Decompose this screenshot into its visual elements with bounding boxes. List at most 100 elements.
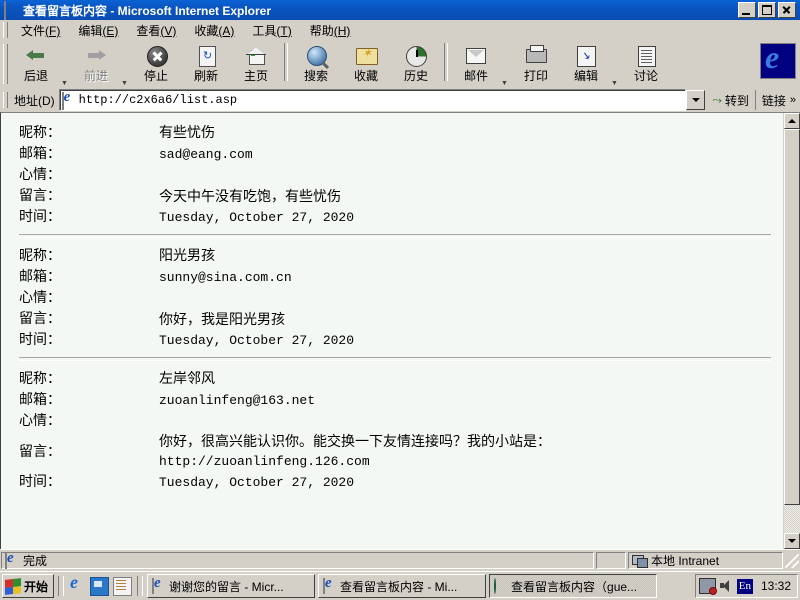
ie-browser-window: 查看留言板内容 - Microsoft Internet Explorer 文件… — [0, 0, 800, 600]
edit-dropdown-icon[interactable]: ▼ — [611, 80, 621, 87]
go-button[interactable]: ⤳ 转到 — [706, 92, 755, 109]
scroll-thumb[interactable] — [784, 129, 800, 505]
scroll-down-button[interactable] — [784, 533, 800, 549]
entry-separator — [19, 234, 771, 238]
network-status-icon[interactable] — [698, 578, 717, 595]
windows-taskbar: 开始 谢谢您的留言 - Micr... 查看留言板内容 - Mi... 查看留言… — [0, 571, 800, 600]
resize-grip[interactable] — [785, 553, 799, 568]
forward-dropdown-icon[interactable]: ▼ — [121, 80, 131, 87]
message-url-value: http://zuoanlinfeng.126.com — [159, 454, 370, 469]
taskbar-item[interactable]: 查看留言板内容 - Mi... — [318, 574, 487, 598]
stop-button[interactable]: 停止 — [131, 41, 181, 84]
taskbar-item[interactable]: 谢谢您的留言 - Micr... — [147, 574, 316, 598]
address-url-text: http://c2x6a6/list.asp — [78, 93, 238, 107]
mail-dropdown-icon[interactable]: ▼ — [501, 80, 511, 87]
menu-item-view[interactable]: 查看(V) — [127, 20, 185, 41]
volume-icon[interactable] — [719, 579, 734, 593]
status-ie-icon — [5, 552, 20, 569]
entry-email-row: 邮箱： zuoanlinfeng@163.net — [7, 390, 783, 411]
taskbar-item-label: 查看留言板内容（gue... — [511, 579, 638, 594]
address-bar: 地址(D) http://c2x6a6/list.asp ⤳ 转到 链接 » — [0, 87, 800, 112]
message-value: 今天中午没有吃饱，有些忧伤 — [159, 188, 341, 205]
email-value: sad@eang.com — [159, 147, 253, 162]
email-label: 邮箱： — [19, 392, 61, 408]
minimize-button[interactable] — [738, 2, 756, 18]
favorites-folder-icon — [354, 44, 378, 67]
forward-button[interactable]: 前进 — [71, 41, 121, 84]
frontpage-icon — [494, 578, 508, 594]
entry-message-row: 留言： 今天中午没有吃饱，有些忧伤 — [7, 186, 783, 207]
stop-icon — [144, 44, 168, 67]
status-message: 完成 — [23, 554, 48, 568]
menu-item-help[interactable]: 帮助(H) — [301, 20, 360, 41]
taskbar-item-active[interactable]: 查看留言板内容（gue... — [489, 574, 658, 598]
scroll-up-button[interactable] — [784, 113, 800, 129]
menu-bar: 文件(F) 编辑(E) 查看(V) 收藏(A) 工具(T) 帮助(H) — [0, 20, 800, 41]
home-icon — [244, 44, 268, 67]
nickname-value: 左岸邻风 — [159, 371, 215, 387]
go-arrow-icon: ⤳ — [712, 92, 722, 107]
system-tray: En 13:32 — [694, 574, 798, 598]
back-dropdown-icon[interactable]: ▼ — [61, 80, 71, 87]
history-button[interactable]: 历史 — [391, 41, 441, 84]
address-input[interactable]: http://c2x6a6/list.asp — [58, 89, 687, 111]
toolbar-separator-2 — [444, 43, 448, 81]
menu-gripper[interactable] — [3, 22, 8, 38]
language-indicator[interactable]: En — [736, 578, 753, 594]
quick-launch-ie-icon[interactable] — [69, 572, 86, 595]
go-label: 转到 — [724, 93, 749, 108]
edit-button[interactable]: 编辑 — [561, 41, 611, 84]
address-label: 地址(D) — [14, 93, 55, 108]
mail-button[interactable]: 邮件 — [451, 41, 501, 84]
menu-item-tools[interactable]: 工具(T) — [243, 20, 300, 41]
address-gripper[interactable] — [3, 92, 8, 108]
status-zone-label: 本地 Intranet — [651, 554, 720, 568]
refresh-button[interactable]: ↻ 刷新 — [181, 41, 231, 84]
search-button[interactable]: 搜索 — [291, 41, 341, 84]
menu-item-favorites[interactable]: 收藏(A) — [185, 20, 243, 41]
guestbook-entry: 昵称： 左岸邻风 邮箱： zuoanlinfeng@163.net 心情： 留言… — [7, 367, 783, 493]
back-button[interactable]: 后退 — [11, 41, 61, 84]
vertical-scrollbar[interactable] — [783, 113, 800, 549]
mood-label: 心情： — [19, 413, 61, 429]
message-label: 留言： — [19, 311, 61, 327]
time-value: Tuesday, October 27, 2020 — [159, 333, 355, 348]
chevron-right-icon: » — [789, 94, 796, 106]
entry-email-row: 邮箱： sunny@sina.com.cn — [7, 267, 783, 288]
menu-item-edit[interactable]: 编辑(E) — [69, 20, 127, 41]
mood-label: 心情： — [19, 167, 61, 183]
start-label: 开始 — [24, 579, 49, 594]
status-zone-panel[interactable]: 本地 Intranet — [628, 552, 783, 569]
address-dropdown-button[interactable] — [686, 90, 706, 110]
message-value: 你好，我是阳光男孩 — [159, 311, 285, 328]
nickname-label: 昵称： — [19, 371, 61, 387]
discuss-button[interactable]: 讨论 — [621, 41, 671, 84]
scroll-track[interactable] — [784, 129, 800, 533]
ie-icon — [152, 578, 166, 594]
time-value: Tuesday, October 27, 2020 — [159, 475, 355, 490]
links-button[interactable]: 链接 » — [754, 90, 800, 110]
guestbook-page: 昵称： 有些忧伤 邮箱： sad@eang.com 心情： 留言： 今天中午没有… — [1, 113, 783, 549]
start-button[interactable]: 开始 — [2, 574, 55, 598]
print-button[interactable]: 打印 — [511, 41, 561, 84]
entry-mood-row: 心情： — [7, 411, 783, 432]
mood-label: 心情： — [19, 290, 61, 306]
menu-item-file[interactable]: 文件(F) — [12, 20, 69, 41]
email-value: zuoanlinfeng@163.net — [159, 393, 316, 408]
refresh-icon: ↻ — [194, 44, 218, 67]
document-area: 昵称： 有些忧伤 邮箱： sad@eang.com 心情： 留言： 今天中午没有… — [0, 112, 800, 549]
restore-button[interactable] — [758, 2, 776, 18]
close-button[interactable] — [778, 2, 796, 18]
toolbar-gripper[interactable] — [3, 44, 8, 84]
toolbar-separator — [284, 43, 288, 81]
favorites-button[interactable]: 收藏 — [341, 41, 391, 84]
clock[interactable]: 13:32 — [756, 579, 794, 593]
home-button[interactable]: 主页 — [231, 41, 281, 84]
time-label: 时间： — [19, 474, 61, 490]
taskbar-item-label: 谢谢您的留言 - Micr... — [169, 579, 284, 594]
quick-launch-bar — [66, 572, 135, 596]
quick-launch-notepad-icon[interactable] — [113, 576, 133, 596]
entry-message-row: 留言： 你好，我是阳光男孩 — [7, 309, 783, 330]
quick-launch-show-desktop-icon[interactable] — [90, 576, 110, 596]
main-toolbar: 后退 ▼ 前进 ▼ 停止 ↻ 刷新 主页 搜索 收藏 — [0, 41, 800, 87]
